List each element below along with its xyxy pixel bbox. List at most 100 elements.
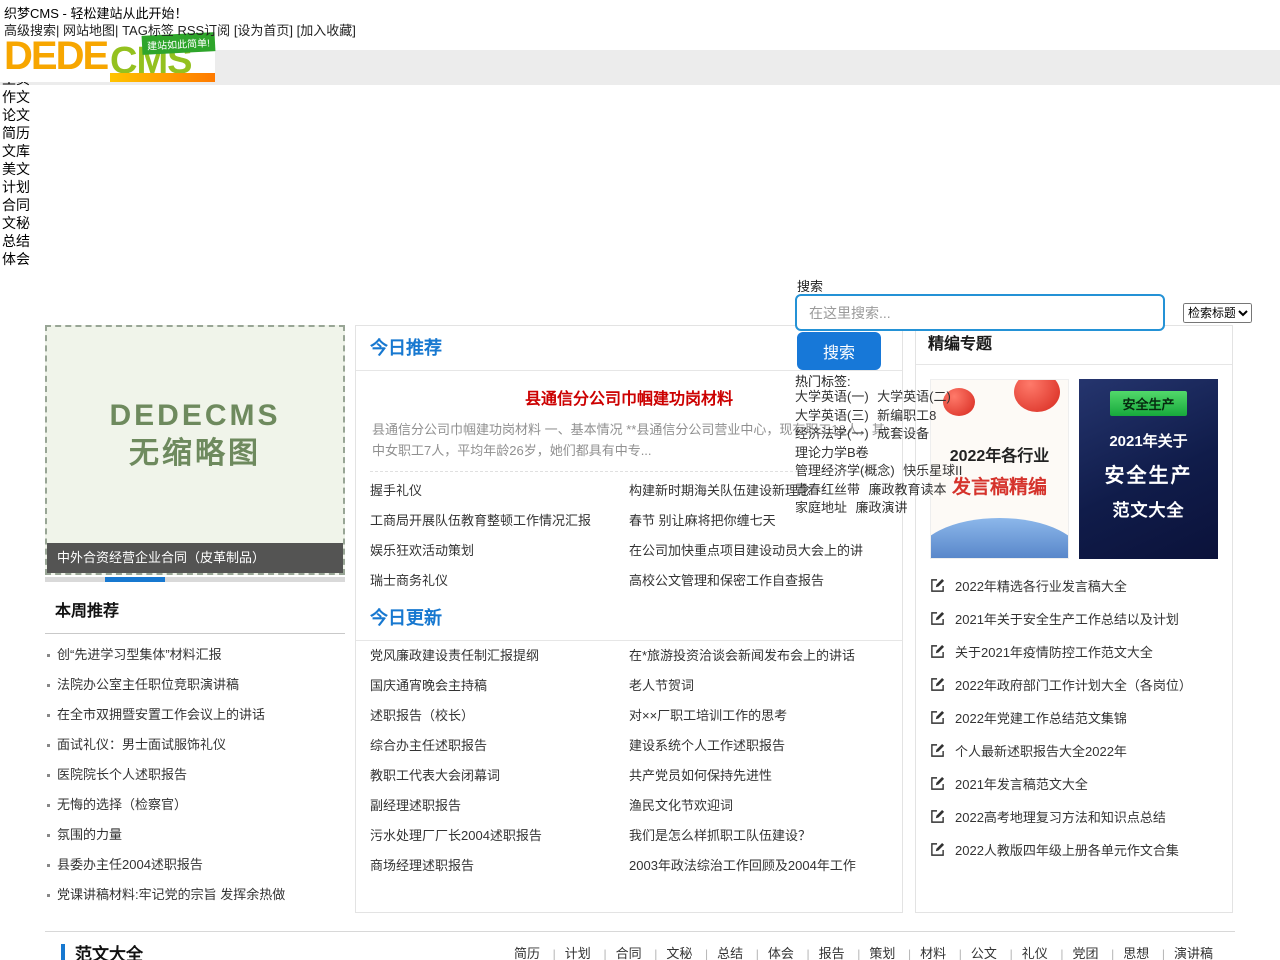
list-item[interactable]: 创“先进学习型集体”材料汇报 xyxy=(45,640,345,670)
article-link-right[interactable]: 建设系统个人工作述职报告 xyxy=(629,731,888,761)
article-link-left[interactable]: 党风廉政建设责任制汇报提纲 xyxy=(370,641,629,671)
featured-slider[interactable]: DEDECMS 无缩略图 中外合资经营企业合同（皮革制品） xyxy=(45,325,345,575)
footer-category-link[interactable]: 总结 xyxy=(717,946,743,960)
article-link-right[interactable]: 在公司加快重点项目建设动员大会上的讲 xyxy=(629,536,888,566)
topic-link[interactable]: 2022年政府部门工作计划大全（各岗位） xyxy=(955,675,1192,694)
footer-link-item[interactable]: 简历 xyxy=(514,946,540,960)
search-type-select[interactable]: 检索标题 xyxy=(1183,303,1252,323)
site-logo[interactable]: DEDE CMS 建站如此简单! xyxy=(0,34,215,82)
footer-category-link[interactable]: 简历 xyxy=(514,946,540,960)
footer-link-item[interactable]: 公文 xyxy=(950,946,997,960)
footer-link-item[interactable]: 计划 xyxy=(544,946,591,960)
footer-link-item[interactable]: 材料 xyxy=(899,946,946,960)
hot-tag[interactable]: 成套设备 xyxy=(877,425,929,444)
article-link-right[interactable]: 老人节贺词 xyxy=(629,671,888,701)
weekly-link[interactable]: 无悔的选择（检察官） xyxy=(57,797,187,812)
article-link-left[interactable]: 副经理述职报告 xyxy=(370,791,629,821)
article-link-right[interactable]: 在*旅游投资洽谈会新闻发布会上的讲话 xyxy=(629,641,888,671)
topic-link[interactable]: 2021年发言稿范文大全 xyxy=(955,774,1088,793)
footer-category-link[interactable]: 体会 xyxy=(768,946,794,960)
article-link-left[interactable]: 商场经理述职报告 xyxy=(370,851,629,881)
left-nav-item[interactable]: 美文 xyxy=(2,160,42,178)
topic-item[interactable]: 2022高考地理复习方法和知识点总结 xyxy=(930,800,1218,833)
slider-pagination[interactable] xyxy=(45,577,345,582)
hot-tag[interactable]: 廉政演讲 xyxy=(855,499,907,518)
footer-link-item[interactable]: 体会 xyxy=(747,946,794,960)
slider-pagination-active[interactable] xyxy=(105,577,165,582)
slider-caption[interactable]: 中外合资经营企业合同（皮革制品） xyxy=(47,543,343,573)
hot-tag[interactable]: 大学英语(二) xyxy=(877,388,951,407)
footer-category-link[interactable]: 合同 xyxy=(616,946,642,960)
hot-tag[interactable]: 管理经济学(概念) xyxy=(795,462,895,481)
footer-link-item[interactable]: 策划 xyxy=(848,946,895,960)
topic-item[interactable]: 2021年关于安全生产工作总结以及计划 xyxy=(930,602,1218,635)
footer-link-item[interactable]: 报告 xyxy=(798,946,845,960)
weekly-link[interactable]: 在全市双拥暨安置工作会议上的讲话 xyxy=(57,707,265,722)
article-link-left[interactable]: 工商局开展队伍教育整顿工作情况汇报 xyxy=(370,506,629,536)
weekly-link[interactable]: 县委办主任2004述职报告 xyxy=(57,857,203,872)
left-nav-item[interactable]: 文秘 xyxy=(2,214,42,232)
footer-category-link[interactable]: 文秘 xyxy=(666,946,692,960)
hot-tag[interactable]: 大学英语(三) xyxy=(795,407,869,426)
list-item[interactable]: 氛围的力量 xyxy=(45,820,345,850)
list-item[interactable]: 党课讲稿材料:牢记党的宗旨 发挥余热做 xyxy=(45,880,345,910)
top-nav-link[interactable]: 网站地图 xyxy=(63,23,115,38)
left-nav-item[interactable]: 合同 xyxy=(2,196,42,214)
search-button[interactable]: 搜索 xyxy=(797,332,881,370)
weekly-link[interactable]: 面试礼仪：男士面试服饰礼仪 xyxy=(57,737,226,752)
weekly-link[interactable]: 医院院长个人述职报告 xyxy=(57,767,187,782)
hot-tag[interactable]: 大学英语(一) xyxy=(795,388,869,407)
article-link-right[interactable]: 对××厂职工培训工作的思考 xyxy=(629,701,888,731)
footer-category-link[interactable]: 演讲稿 xyxy=(1174,946,1213,960)
list-item[interactable]: 法院办公室主任职位竞职演讲稿 xyxy=(45,670,345,700)
topic-item[interactable]: 2021年发言稿范文大全 xyxy=(930,767,1218,800)
footer-category-link[interactable]: 礼仪 xyxy=(1022,946,1048,960)
article-link-right[interactable]: 共产党员如何保持先进性 xyxy=(629,761,888,791)
article-link-right[interactable]: 渔民文化节欢迎词 xyxy=(629,791,888,821)
footer-category-link[interactable]: 党团 xyxy=(1072,946,1098,960)
hot-tag[interactable]: 家庭地址 xyxy=(795,499,847,518)
hot-tag[interactable]: 新编职工8 xyxy=(877,407,936,426)
article-link-left[interactable]: 教职工代表大会闭幕词 xyxy=(370,761,629,791)
footer-category-link[interactable]: 材料 xyxy=(920,946,946,960)
article-link-right[interactable]: 我们是怎么样抓职工队伍建设？ xyxy=(629,821,888,851)
article-link-left[interactable]: 国庆通宵晚会主持稿 xyxy=(370,671,629,701)
footer-link-item[interactable]: 演讲稿 xyxy=(1153,946,1213,960)
article-link-right[interactable]: 2003年政法综治工作回顾及2004年工作 xyxy=(629,851,888,881)
list-item[interactable]: 医院院长个人述职报告 xyxy=(45,760,345,790)
footer-link-item[interactable]: 合同 xyxy=(594,946,641,960)
article-link-left[interactable]: 娱乐狂欢活动策划 xyxy=(370,536,629,566)
left-nav-item[interactable]: 论文 xyxy=(2,106,42,124)
topic-link[interactable]: 关于2021年疫情防控工作范文大全 xyxy=(955,642,1153,661)
article-link-right[interactable]: 高校公文管理和保密工作自查报告 xyxy=(629,566,888,596)
topic-link[interactable]: 2021年关于安全生产工作总结以及计划 xyxy=(955,609,1179,628)
topic-link[interactable]: 2022年党建工作总结范文集锦 xyxy=(955,708,1127,727)
top-nav-link[interactable]: 高级搜索 xyxy=(4,23,56,38)
top-nav-link[interactable]: TAG标签 xyxy=(122,23,174,38)
footer-link-item[interactable]: 总结 xyxy=(696,946,743,960)
topic-item[interactable]: 关于2021年疫情防控工作范文大全 xyxy=(930,635,1218,668)
hot-tag[interactable]: 快乐星球II xyxy=(903,462,962,481)
list-item[interactable]: 县委办主任2004述职报告 xyxy=(45,850,345,880)
weekly-link[interactable]: 党课讲稿材料:牢记党的宗旨 发挥余热做 xyxy=(57,887,285,902)
article-link-left[interactable]: 述职报告（校长） xyxy=(370,701,629,731)
left-nav-item[interactable]: 作文 xyxy=(2,88,42,106)
topic-item[interactable]: 2022年党建工作总结范文集锦 xyxy=(930,701,1218,734)
topic-item[interactable]: 个人最新述职报告大全2022年 xyxy=(930,734,1218,767)
footer-link-item[interactable]: 党团 xyxy=(1051,946,1098,960)
left-nav-item[interactable]: 计划 xyxy=(2,178,42,196)
top-nav-link[interactable]: [设为首页] xyxy=(234,23,293,38)
topic-link[interactable]: 2022人教版四年级上册各单元作文合集 xyxy=(955,840,1179,859)
top-nav-link[interactable]: [加入收藏] xyxy=(297,23,356,38)
footer-link-item[interactable]: 礼仪 xyxy=(1001,946,1048,960)
footer-link-item[interactable]: 思想 xyxy=(1102,946,1149,960)
list-item[interactable]: 面试礼仪：男士面试服饰礼仪 xyxy=(45,730,345,760)
footer-category-link[interactable]: 报告 xyxy=(819,946,845,960)
search-input[interactable] xyxy=(795,294,1165,331)
topic-link[interactable]: 2022年精选各行业发言稿大全 xyxy=(955,576,1127,595)
topic-item[interactable]: 2022年政府部门工作计划大全（各岗位） xyxy=(930,668,1218,701)
footer-category-link[interactable]: 公文 xyxy=(971,946,997,960)
article-link-left[interactable]: 握手礼仪 xyxy=(370,476,629,506)
topic-banner-safety[interactable]: 安全生产 2021年关于 安全生产 范文大全 xyxy=(1079,379,1218,559)
topic-link[interactable]: 个人最新述职报告大全2022年 xyxy=(955,741,1127,760)
